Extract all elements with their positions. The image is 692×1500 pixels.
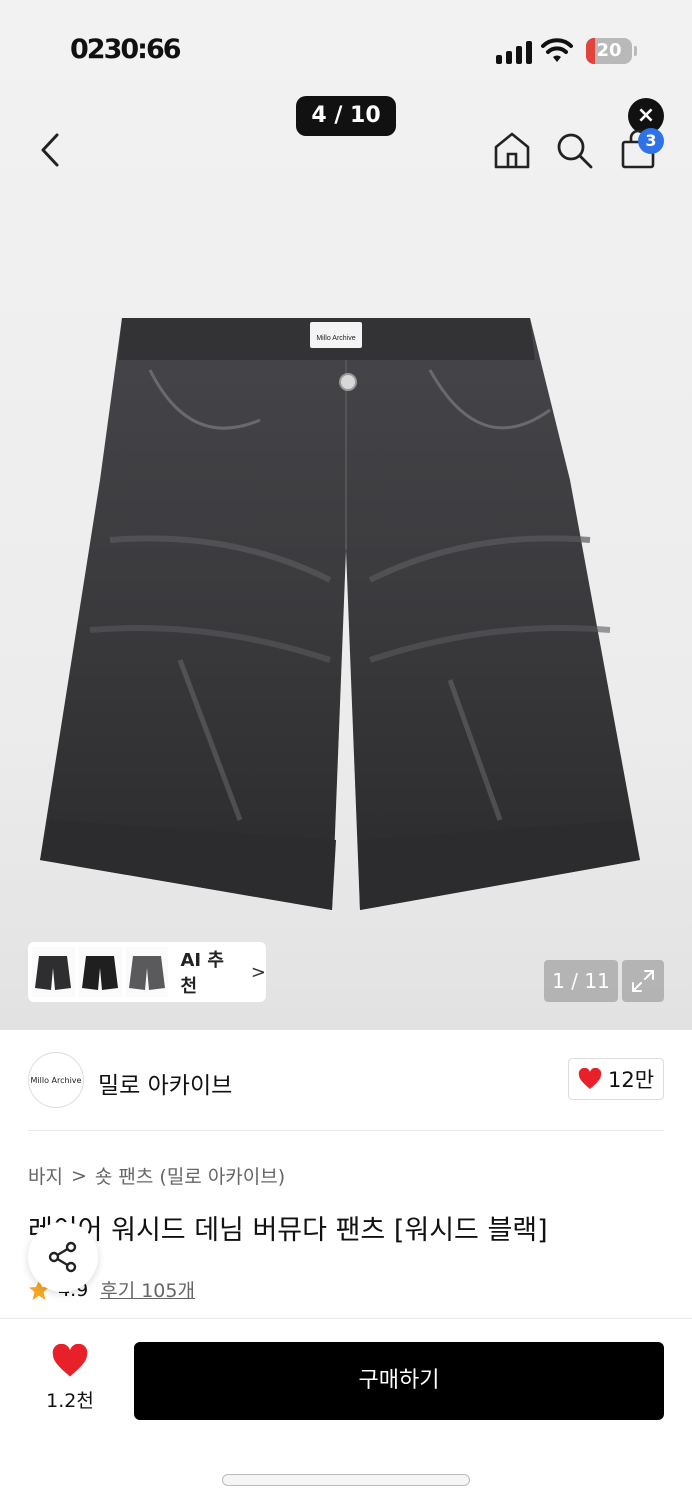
ai-recommendation-label: AI 추천 <box>180 950 224 997</box>
chevron-right-icon: > <box>250 961 266 983</box>
battery-percent: 20 <box>596 40 622 61</box>
wishlist-button[interactable]: 1.2천 <box>30 1343 110 1416</box>
search-button[interactable] <box>552 128 596 172</box>
chevron-left-icon <box>41 133 59 167</box>
brand-like-button[interactable]: 12만 <box>568 1058 664 1100</box>
viewer-page-indicator: 4 / 10 <box>296 96 396 136</box>
divider <box>28 1130 664 1131</box>
back-button[interactable] <box>28 128 72 172</box>
breadcrumb-separator: > <box>70 1164 87 1187</box>
share-button[interactable] <box>28 1222 98 1292</box>
battery-icon: 20 <box>586 38 632 64</box>
home-indicator[interactable] <box>222 1474 470 1486</box>
recommendation-thumbnail[interactable] <box>32 947 75 997</box>
battery-tip <box>634 46 637 56</box>
heart-icon <box>52 1343 88 1377</box>
heart-icon <box>578 1068 602 1089</box>
breadcrumb: 바지 > 숏 팬츠 (밀로 아카이브) <box>28 1162 285 1189</box>
ai-recommendation-bar[interactable]: AI 추천 > <box>28 942 266 1002</box>
cart-count-badge: 3 <box>638 128 664 154</box>
home-icon <box>494 132 530 169</box>
product-tag-label: Millo Archive <box>316 335 355 342</box>
recommendation-thumbnail[interactable] <box>78 947 122 997</box>
expand-icon <box>632 970 654 992</box>
recommendation-thumbnail[interactable] <box>125 947 169 997</box>
shorts-thumbnail-image <box>35 956 72 990</box>
status-bar: 0230:66 20 <box>0 0 692 90</box>
wifi-icon <box>541 38 573 62</box>
product-title: 레이어 워시드 데님 버뮤다 팬츠 [워시드 블랙] <box>28 1215 548 1246</box>
share-icon <box>48 1241 77 1273</box>
brand-like-count: 12만 <box>607 1068 655 1092</box>
product-image[interactable]: Millo Archive <box>30 300 662 920</box>
shorts-thumbnail-image <box>82 956 119 990</box>
status-time: 0230:66 <box>70 34 182 65</box>
brand-name[interactable]: 밀로 아카이브 <box>98 1066 232 1100</box>
home-button[interactable] <box>490 128 534 172</box>
shorts-thumbnail-image <box>129 956 166 990</box>
brand-row[interactable]: Millo Archive 밀로 아카이브 12만 <box>28 1052 664 1110</box>
buy-button[interactable]: 구매하기 <box>134 1342 664 1420</box>
expand-button[interactable] <box>622 960 664 1002</box>
search-icon <box>557 133 593 169</box>
image-counter: 1 / 11 <box>544 960 618 1002</box>
cellular-signal-icon <box>496 40 532 64</box>
breadcrumb-item[interactable]: 숏 팬츠 (밀로 아카이브) <box>95 1162 285 1189</box>
bottom-bar-divider <box>0 1318 692 1319</box>
brand-logo[interactable]: Millo Archive <box>28 1052 84 1108</box>
wishlist-count: 1.2천 <box>46 1390 94 1412</box>
breadcrumb-item[interactable]: 바지 <box>28 1162 63 1189</box>
reviews-link[interactable]: 후기 105개 <box>100 1276 195 1303</box>
